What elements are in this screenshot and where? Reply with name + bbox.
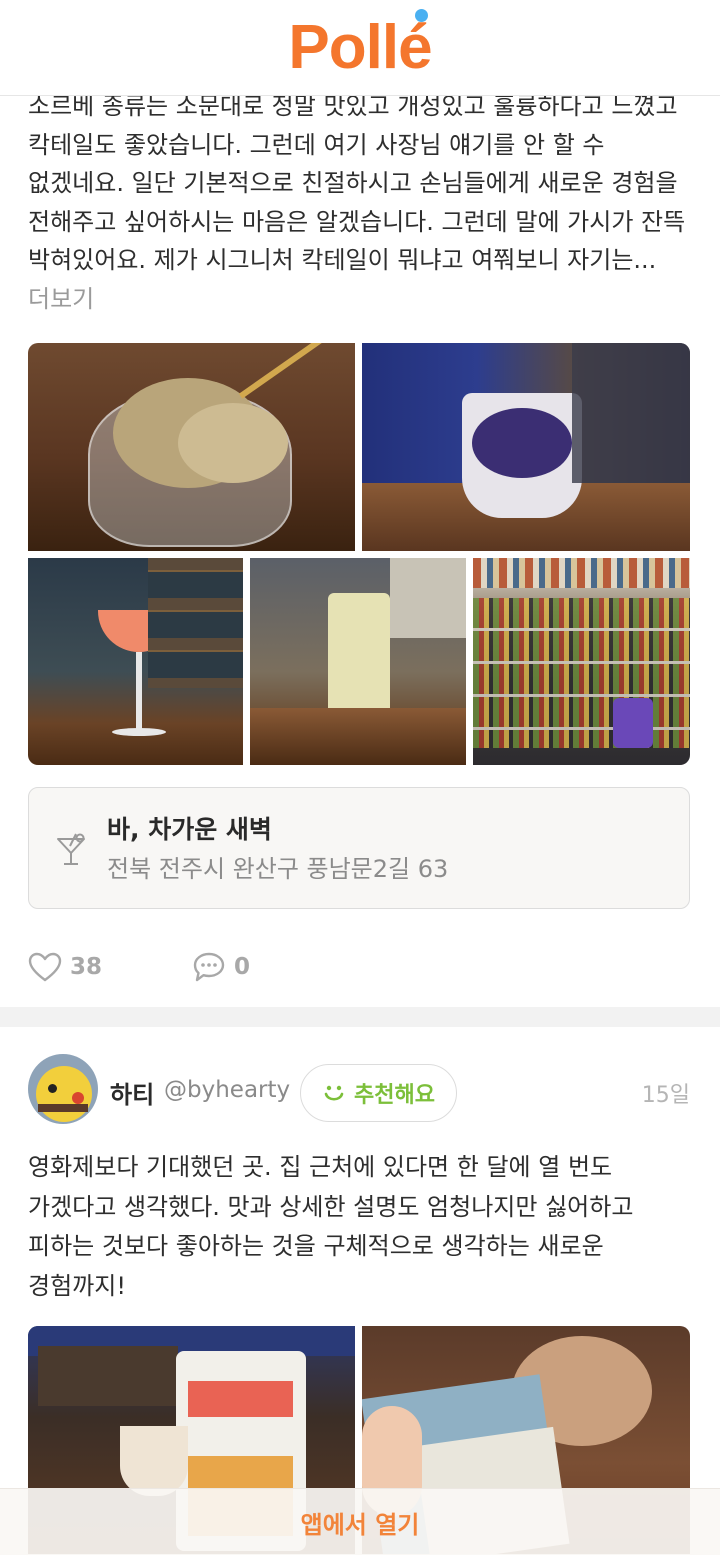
ice-cream-photo[interactable] bbox=[28, 343, 355, 551]
cup-sorbet-photo[interactable] bbox=[362, 343, 690, 551]
logo-text: Pollé bbox=[288, 12, 432, 82]
app-header: Pollé bbox=[0, 0, 720, 96]
heart-icon bbox=[28, 952, 62, 982]
section-divider bbox=[0, 1007, 720, 1027]
place-address: 전북 전주시 완산구 풍남문2길 63 bbox=[107, 855, 449, 883]
review-date: 15일 bbox=[641, 1083, 690, 1108]
user-name[interactable]: 하티 bbox=[110, 1075, 154, 1110]
user-handle[interactable]: @byhearty bbox=[164, 1077, 290, 1103]
bar-shelf-photo[interactable] bbox=[473, 558, 690, 765]
review-text: 소르베 종류는 소문대로 정말 맛있고 개성있고 훌륭하다고 느꼈고 칵테일도 … bbox=[28, 87, 692, 318]
logo-dot bbox=[414, 8, 428, 22]
avatar[interactable] bbox=[28, 1054, 98, 1124]
cocktail-glass-icon bbox=[57, 833, 85, 865]
more-link[interactable]: 더보기 bbox=[28, 285, 94, 313]
place-card[interactable]: 바, 차가운 새벽 전북 전주시 완산구 풍남문2길 63 bbox=[28, 787, 690, 909]
recommend-label: 추천해요 bbox=[354, 1083, 435, 1108]
highball-photo[interactable] bbox=[250, 558, 466, 765]
review-actions: 38 0 bbox=[28, 945, 250, 989]
review-body: 소르베 종류는 소문대로 정말 맛있고 개성있고 훌륭하다고 느꼈고 칵테일도 … bbox=[28, 92, 686, 274]
like-count: 38 bbox=[70, 954, 103, 980]
place-name: 바, 차가운 새벽 bbox=[107, 815, 272, 844]
comment-count: 0 bbox=[234, 954, 251, 980]
recommend-badge: 추천해요 bbox=[300, 1064, 457, 1122]
smile-icon bbox=[324, 1085, 344, 1101]
comment-button[interactable]: 0 bbox=[192, 951, 250, 983]
like-button[interactable]: 38 bbox=[28, 952, 102, 982]
comment-icon bbox=[193, 952, 225, 982]
open-in-app-button[interactable]: 앱에서 열기 bbox=[0, 1488, 720, 1555]
logo[interactable]: Pollé bbox=[288, 8, 433, 79]
review-text: 영화제보다 기대했던 곳. 집 근처에 있다면 한 달에 열 번도 가겠다고 생… bbox=[28, 1153, 634, 1300]
cocktail-photo[interactable] bbox=[28, 558, 243, 765]
